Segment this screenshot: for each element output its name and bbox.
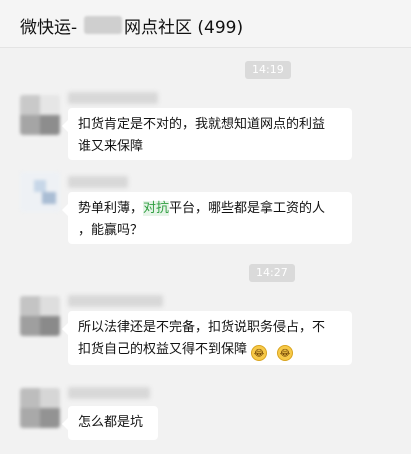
sender-name-redaction [68,295,163,307]
message-text: 势单利薄，对抗平台，哪些都是拿工资的人 [78,198,342,220]
tears-of-joy-emoji-icon: 😂 [251,345,268,361]
message-bubble[interactable]: 势单利薄，对抗平台，哪些都是拿工资的人 ，能赢吗？ [62,192,352,244]
message-bubble[interactable]: 所以法律还是不完备，扣货说职务侵占，不 扣货自己的权益又得不到保障 😂 😂 [62,311,352,365]
message-text-segment: 势单利薄， [78,201,144,216]
message-text: 扣货肯定是不对的，我就想知道网点的利益 [78,117,326,132]
message-text-segment: 扣货自己的权益又得不到保障 [78,342,248,357]
sender-name-redaction [68,176,128,188]
chat-header: 微快运- 网点社区 (499) [0,0,411,48]
timestamp-chip: 14:27 [249,264,295,282]
sender-name-redaction [68,92,158,104]
sender-avatar[interactable] [20,172,60,212]
message-bubble[interactable]: 怎么都是坑 [62,406,158,440]
sender-avatar[interactable] [20,388,60,428]
message-text-segment: 平台，哪些都是拿工资的人 [169,201,326,216]
sender-name-redaction [68,387,150,399]
tears-of-joy-emoji-icon: 😂 [277,345,294,361]
message-text: 扣货自己的权益又得不到保障 😂 😂 [78,339,342,361]
timestamp-chip: 14:19 [245,61,291,79]
message-text: 所以法律还是不完备，扣货说职务侵占，不 [78,320,326,335]
chat-title-prefix: 微快运- [20,18,78,38]
message-text: 怎么都是坑 [78,415,144,430]
title-redaction [84,16,122,34]
message-text: ，能赢吗？ [78,223,144,238]
highlighted-text: 对抗 [143,201,170,216]
message-text: 谁又来保障 [78,139,144,154]
chat-title-suffix: 网点社区 (499) [124,18,244,38]
message-bubble[interactable]: 扣货肯定是不对的，我就想知道网点的利益 谁又来保障 [62,108,352,160]
sender-avatar[interactable] [20,296,60,336]
sender-avatar[interactable] [20,95,60,135]
